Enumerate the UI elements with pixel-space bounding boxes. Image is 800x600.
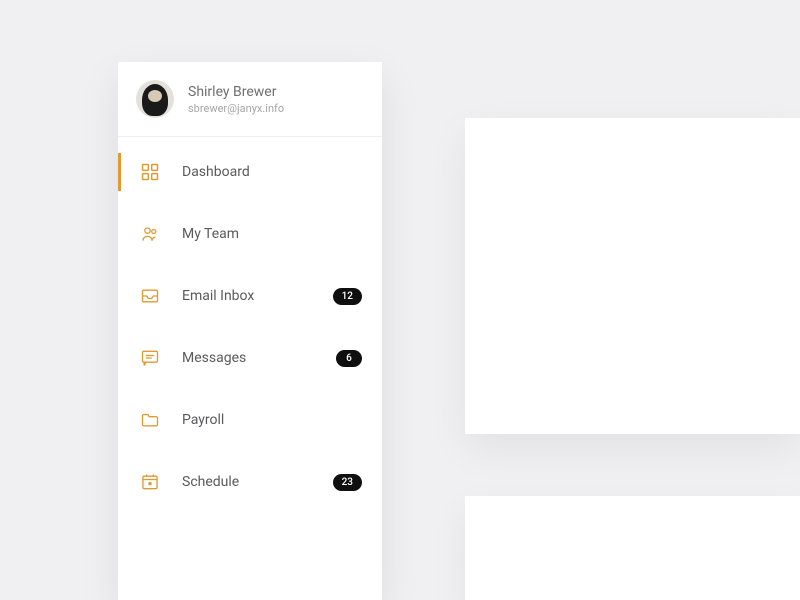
user-email: sbrewer@janyx.info	[188, 102, 284, 115]
nav-label: Payroll	[182, 412, 362, 428]
nav-label: Email Inbox	[182, 288, 333, 304]
nav-list: Dashboard My Team Email Inbox	[118, 137, 382, 513]
content-panel-2	[465, 496, 800, 600]
avatar	[136, 80, 174, 118]
nav-item-payroll[interactable]: Payroll	[118, 389, 382, 451]
user-header[interactable]: Shirley Brewer sbrewer@janyx.info	[118, 62, 382, 137]
grid-icon	[140, 162, 160, 182]
nav-label: Schedule	[182, 474, 333, 490]
nav-item-email-inbox[interactable]: Email Inbox 12	[118, 265, 382, 327]
nav-item-my-team[interactable]: My Team	[118, 203, 382, 265]
inbox-icon	[140, 286, 160, 306]
badge: 6	[336, 350, 362, 367]
nav-label: Messages	[182, 350, 336, 366]
chat-icon	[140, 348, 160, 368]
nav-item-messages[interactable]: Messages 6	[118, 327, 382, 389]
badge: 23	[333, 474, 362, 491]
nav-item-dashboard[interactable]: Dashboard	[118, 141, 382, 203]
team-icon	[140, 224, 160, 244]
calendar-icon	[140, 472, 160, 492]
user-info: Shirley Brewer sbrewer@janyx.info	[188, 84, 284, 115]
nav-label: My Team	[182, 226, 362, 242]
nav-item-schedule[interactable]: Schedule 23	[118, 451, 382, 513]
badge: 12	[333, 288, 362, 305]
sidebar: Shirley Brewer sbrewer@janyx.info Dashbo…	[118, 62, 382, 600]
folder-icon	[140, 410, 160, 430]
user-name: Shirley Brewer	[188, 84, 284, 100]
content-panel-1	[465, 118, 800, 434]
nav-label: Dashboard	[182, 164, 362, 180]
